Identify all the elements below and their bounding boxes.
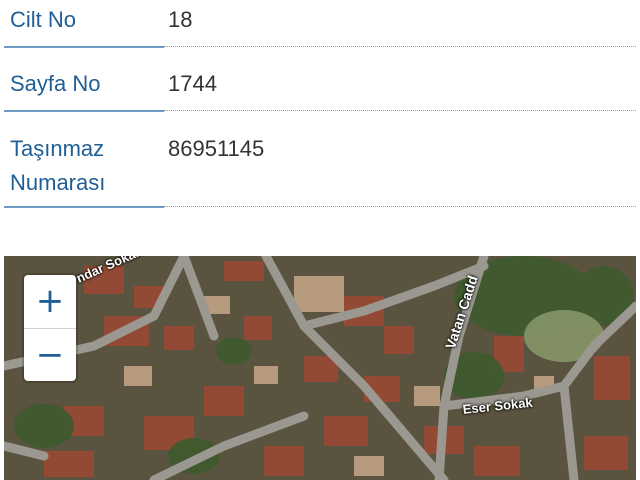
cilt-no-value: 18: [168, 7, 193, 32]
tasinmaz-numarasi-value: 86951145: [168, 136, 265, 161]
zoom-in-button[interactable]: +: [24, 275, 76, 327]
info-row-cilt-no: Cilt No 18: [0, 0, 636, 48]
row-divider-dotted: [164, 46, 636, 47]
row-divider: [4, 206, 164, 208]
info-row-sayfa-no: Sayfa No 1744: [0, 50, 636, 112]
satellite-map[interactable]: ndar Sokak Vatan Cadd Eser Sokak: [4, 256, 636, 480]
info-row-tasinmaz-numarasi: Taşınmaz Numarası 86951145: [0, 112, 636, 208]
row-divider-dotted: [164, 110, 636, 111]
row-divider: [4, 46, 164, 48]
row-divider-dotted: [164, 206, 636, 207]
map-zoom-control: + −: [24, 275, 76, 381]
tasinmaz-numarasi-label: Taşınmaz Numarası: [10, 136, 106, 195]
satellite-imagery: [4, 256, 636, 480]
zoom-out-button[interactable]: −: [24, 329, 76, 381]
sayfa-no-label: Sayfa No: [10, 71, 101, 96]
sayfa-no-value: 1744: [168, 71, 217, 96]
cilt-no-label: Cilt No: [10, 7, 77, 32]
